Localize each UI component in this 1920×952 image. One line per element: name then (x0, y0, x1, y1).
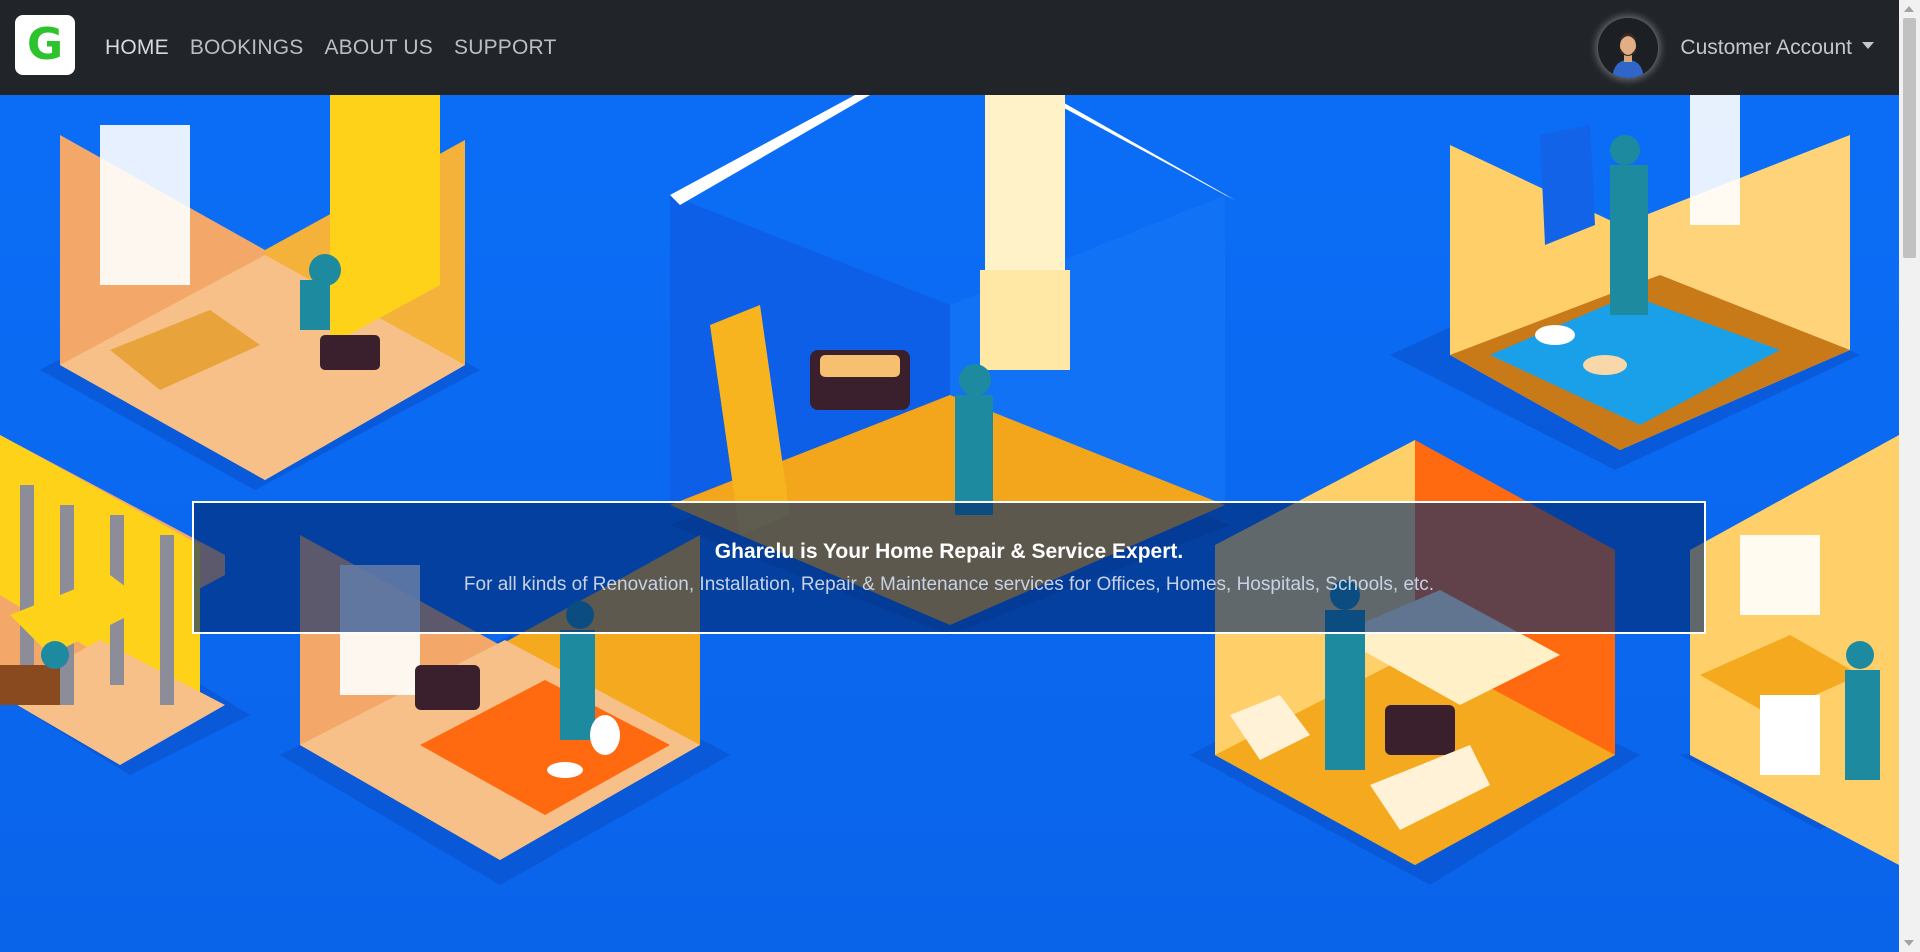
nav-bookings[interactable]: BOOKINGS (190, 36, 304, 60)
brand-logo[interactable]: G (15, 15, 75, 75)
scroll-thumb[interactable] (1903, 18, 1916, 258)
hero-section: Gharelu is Your Home Repair & Service Ex… (0, 95, 1899, 952)
nav-home[interactable]: HOME (105, 36, 169, 60)
account-label: Customer Account (1680, 35, 1852, 59)
scroll-down-arrow-icon[interactable] (1904, 940, 1914, 946)
nav-support[interactable]: SUPPORT (454, 36, 557, 60)
hero-subtitle: For all kinds of Renovation, Installatio… (463, 573, 1435, 595)
hero-title: Gharelu is Your Home Repair & Service Ex… (714, 539, 1184, 563)
user-avatar-icon[interactable] (1598, 17, 1659, 78)
account-dropdown-toggle[interactable]: Customer Account (1680, 36, 1874, 60)
hero-banner: Gharelu is Your Home Repair & Service Ex… (192, 501, 1706, 634)
brand-letter: G (26, 19, 64, 70)
nav-links: HOME BOOKINGS ABOUT US SUPPORT (105, 0, 578, 95)
navbar: G HOME BOOKINGS ABOUT US SUPPORT Custome… (0, 0, 1899, 95)
scroll-up-arrow-icon[interactable] (1904, 6, 1914, 12)
caret-down-icon (1862, 42, 1874, 49)
page-scrollbar[interactable] (1899, 0, 1920, 952)
nav-about-us[interactable]: ABOUT US (324, 36, 433, 60)
account-menu[interactable]: Customer Account (1598, 0, 1874, 95)
